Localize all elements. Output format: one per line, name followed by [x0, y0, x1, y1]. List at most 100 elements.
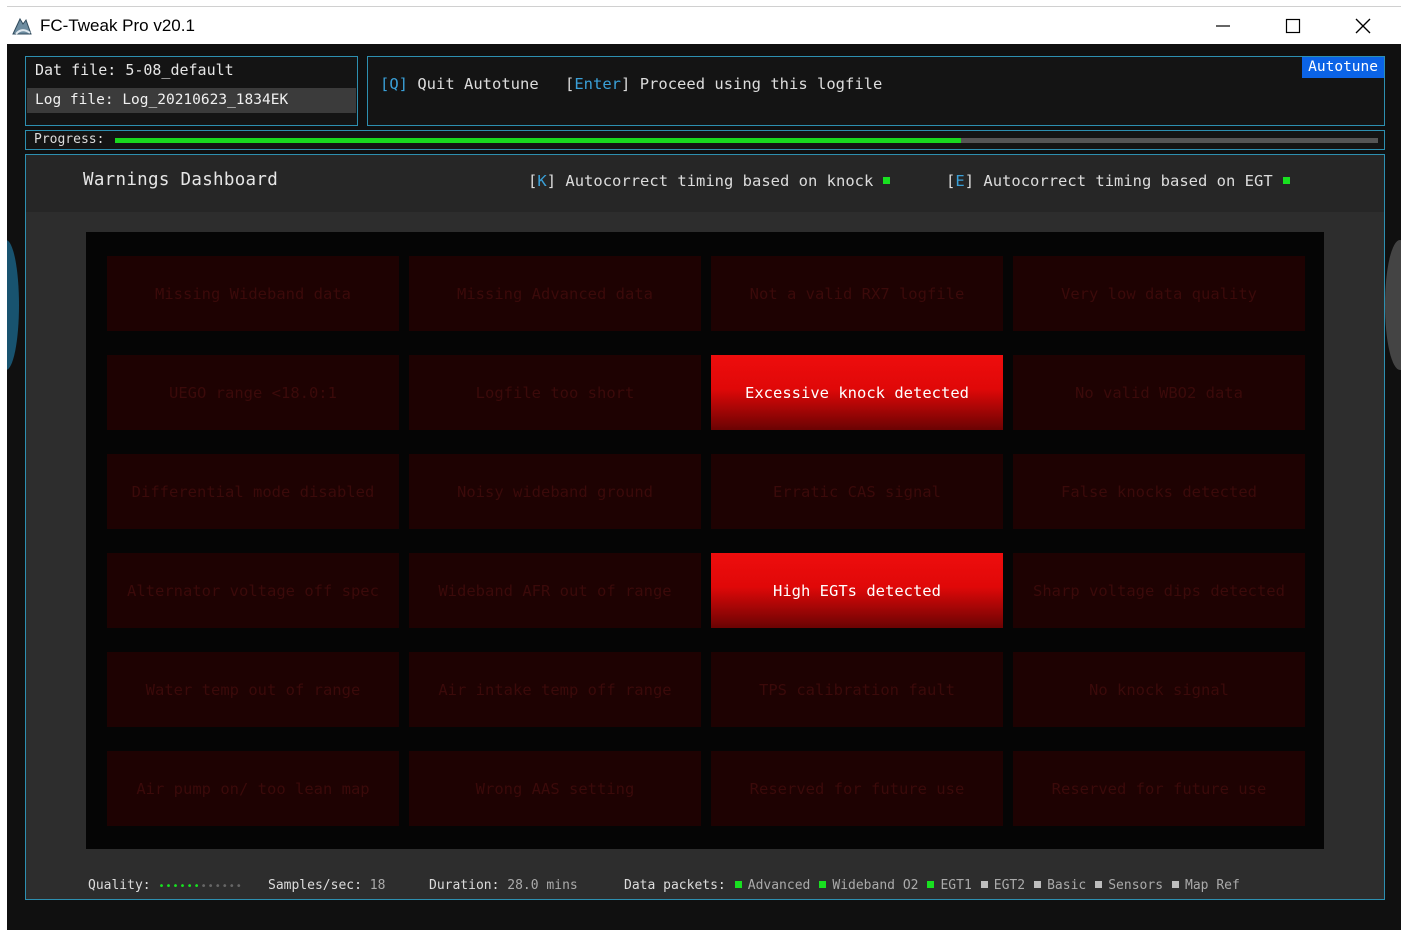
log-file-label: Log file:: [35, 92, 114, 108]
close-icon: [1355, 18, 1371, 34]
app-logo-icon: [11, 15, 33, 37]
proceed-label: Proceed using this logfile: [639, 75, 883, 93]
packet-item: EGT2: [980, 878, 1026, 893]
packet-status-icon: [819, 881, 827, 888]
quality-stat: Quality: ••••••••••••: [88, 878, 243, 893]
packet-label: Sensors: [1108, 878, 1164, 893]
egt-enabled-indicator: [1282, 177, 1290, 184]
packet-item: Wideband O2: [819, 878, 918, 893]
packets-label: Data packets:: [624, 878, 726, 893]
dat-file-row[interactable]: Dat file: 5-08_default: [26, 57, 357, 87]
quit-autotune-command[interactable]: [Q] Quit Autotune: [380, 75, 539, 93]
title-bar: FC-Tweak Pro v20.1: [7, 6, 1401, 45]
progress-bar-fill: [115, 138, 962, 143]
quality-label: Quality:: [88, 878, 151, 893]
warning-tile: Air intake temp off range: [409, 652, 701, 727]
warning-tile: Reserved for future use: [711, 751, 1003, 826]
quality-dot: •: [207, 881, 215, 892]
file-panel: Dat file: 5-08_default Log file: Log_202…: [25, 56, 358, 126]
quality-dot: •: [172, 881, 180, 892]
samples-value: 18: [369, 878, 386, 893]
quality-dot: •: [221, 881, 229, 892]
packet-item: Basic: [1034, 878, 1086, 893]
command-panel: [Q] Quit Autotune [Enter] Proceed using …: [367, 56, 1385, 126]
key-bracket: ]: [964, 172, 975, 190]
egt-autocorrect-label: Autocorrect timing based on EGT: [983, 172, 1273, 190]
quality-dot: •: [193, 881, 201, 892]
quality-dot: •: [186, 881, 194, 892]
packet-label: Wideband O2: [832, 878, 919, 893]
duration-value: 28.0 mins: [507, 878, 578, 893]
key-bracket: ]: [546, 172, 557, 190]
egt-autocorrect-toggle[interactable]: [E] Autocorrect timing based on EGT: [946, 172, 1290, 190]
close-button[interactable]: [1340, 7, 1386, 45]
samples-stat: Samples/sec: 18: [268, 878, 385, 893]
samples-label: Samples/sec:: [268, 878, 362, 893]
packet-status-icon: [1034, 881, 1042, 888]
warning-tile: High EGTs detected: [711, 553, 1003, 628]
minimize-button[interactable]: [1200, 7, 1246, 45]
proceed-command[interactable]: [Enter] Proceed using this logfile: [565, 75, 882, 93]
packet-status-icon: [734, 881, 742, 888]
maximize-icon: [1285, 18, 1301, 34]
quality-dot: •: [165, 881, 173, 892]
progress-panel: Progress:: [25, 130, 1385, 150]
warning-tile: Air pump on/ too lean map: [107, 751, 399, 826]
quit-label: Quit Autotune: [417, 75, 539, 93]
knock-autocorrect-label: Autocorrect timing based on knock: [565, 172, 874, 190]
quality-dot: •: [214, 881, 222, 892]
maximize-button[interactable]: [1270, 7, 1316, 45]
warnings-dashboard: Warnings Dashboard [K] Autocorrect timin…: [25, 154, 1385, 899]
packet-status-icon: [980, 881, 988, 888]
packets-list: Advanced Wideband O2 EGT1 EGT2 Basic Sensors M…: [726, 878, 1240, 893]
quality-dot: •: [200, 881, 208, 892]
packet-label: Map Ref: [1185, 878, 1240, 893]
warning-tile: Sharp voltage dips detected: [1013, 553, 1305, 628]
app-window: Dat file: 5-08_default Log file: Log_202…: [7, 44, 1401, 930]
knock-enabled-indicator: [883, 177, 891, 184]
warning-grid: Missing Wideband data Missing Advanced da…: [86, 232, 1324, 849]
warning-tile: TPS calibration fault: [711, 652, 1003, 727]
quality-meter: ••••••••••••: [158, 878, 242, 893]
warning-tile: Differential mode disabled: [107, 454, 399, 529]
packet-label: Basic: [1047, 878, 1087, 893]
warning-tile: Very low data quality: [1013, 256, 1305, 331]
dat-file-label: Dat file:: [35, 61, 117, 79]
warning-tile: Excessive knock detected: [711, 355, 1003, 430]
duration-label: Duration:: [429, 878, 500, 893]
warning-tile: Wrong AAS setting: [409, 751, 701, 826]
packet-status-icon: [1095, 881, 1103, 888]
dashboard-header: Warnings Dashboard [K] Autocorrect timin…: [26, 155, 1384, 212]
warning-tile: Missing Wideband data: [107, 256, 399, 331]
key-bracket: [: [565, 75, 575, 93]
knock-autocorrect-toggle[interactable]: [K] Autocorrect timing based on knock: [528, 172, 891, 190]
status-bar: Quality: •••••••••••• Samples/sec: 18 Du…: [25, 862, 1385, 900]
packet-item: Sensors: [1095, 878, 1163, 893]
warning-tile: Logfile too short: [409, 355, 701, 430]
warning-tile: Wideband AFR out of range: [409, 553, 701, 628]
quality-dot: •: [228, 881, 236, 892]
warning-tile: Erratic CAS signal: [711, 454, 1003, 529]
packet-item: Advanced: [734, 878, 810, 893]
log-file-value: Log_20210623_1834EK: [122, 92, 289, 108]
packet-status-icon: [927, 881, 935, 888]
packet-item: Map Ref: [1172, 878, 1240, 893]
packet-status-icon: [1172, 881, 1180, 888]
dashboard-title: Warnings Dashboard: [83, 170, 279, 190]
warning-tile: Alternator voltage off spec: [107, 553, 399, 628]
window-title: FC-Tweak Pro v20.1: [40, 16, 195, 35]
warning-tile: False knocks detected: [1013, 454, 1305, 529]
packet-label: EGT2: [993, 878, 1026, 893]
quality-dot: •: [179, 881, 187, 892]
key-bracket: ]: [621, 75, 631, 93]
egt-key: E: [955, 172, 965, 190]
warning-tile: No valid WBO2 data: [1013, 355, 1305, 430]
warning-tile: No knock signal: [1013, 652, 1305, 727]
log-file-row[interactable]: Log file: Log_20210623_1834EK: [27, 88, 356, 113]
warning-tile: UEGO range <18.0:1: [107, 355, 399, 430]
minimize-icon: [1215, 18, 1231, 34]
packets-stat: Data packets: Advanced Wideband O2 EGT1 EGT2…: [624, 878, 1240, 893]
quit-key: [Q]: [380, 75, 408, 93]
progress-bar: [115, 138, 1378, 143]
warning-tile: Reserved for future use: [1013, 751, 1305, 826]
